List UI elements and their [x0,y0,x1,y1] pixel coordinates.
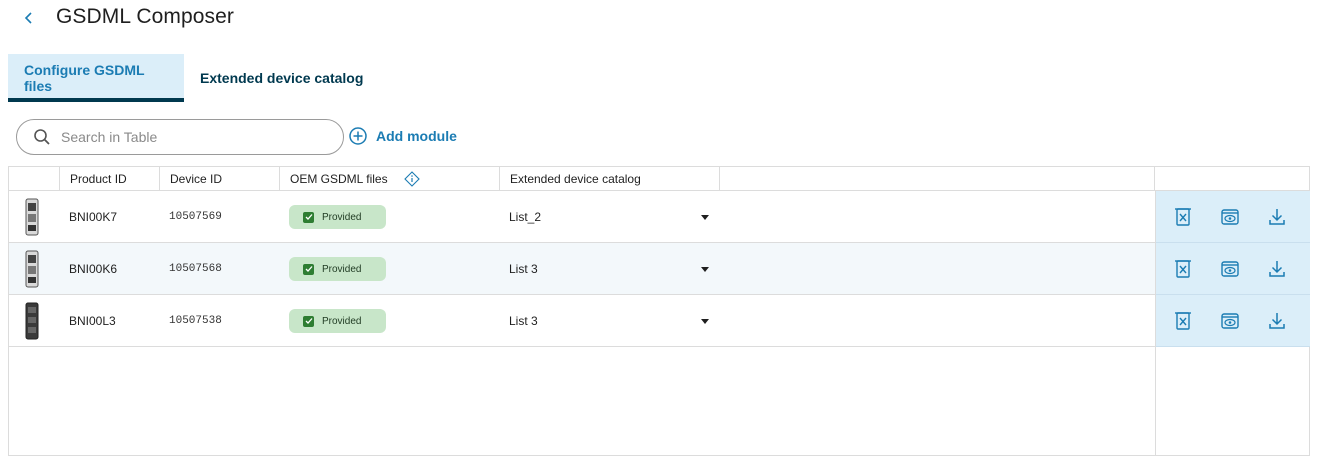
device-image [25,243,47,295]
device-id: 10507538 [169,315,222,327]
row-actions-column [1155,191,1310,455]
view-icon[interactable] [1220,311,1240,331]
column-header-extended-catalog[interactable]: Extended device catalog [500,167,720,191]
status-badge: Provided [289,191,386,243]
device-image [25,295,47,347]
add-module-button[interactable]: Add module [348,126,457,146]
column-header-oem-gsdml-label: OEM GSDML files [290,172,388,186]
caret-down-icon [701,318,709,324]
column-header-device-id[interactable]: Device ID [160,167,280,191]
add-module-label: Add module [376,128,457,144]
status-badge: Provided [289,243,386,295]
product-id: BNI00L3 [69,314,116,328]
search-box[interactable] [16,119,344,155]
search-icon [34,129,50,145]
column-header-spacer [720,167,1155,191]
chevron-left-icon [24,12,32,24]
table-row: BNI00K7 10507569 Provided List_2 [9,191,1309,243]
device-id: 10507568 [169,263,222,275]
status-label: Provided [322,315,362,327]
view-icon[interactable] [1220,259,1240,279]
status-badge: Provided [289,295,386,347]
status-label: Provided [322,211,362,223]
product-id: BNI00K6 [69,262,118,276]
table-header: Product ID Device ID OEM GSDML files Ext… [9,167,1309,191]
catalog-select[interactable]: List 3 [509,243,709,295]
catalog-value: List 3 [509,262,538,276]
download-icon[interactable] [1268,259,1286,279]
check-icon [303,211,314,223]
status-label: Provided [322,263,362,275]
tab-extended-device-catalog[interactable]: Extended device catalog [184,54,379,102]
delete-icon[interactable] [1174,311,1192,331]
download-icon[interactable] [1268,311,1286,331]
row-actions [1156,191,1310,243]
check-icon [303,263,314,275]
tab-configure-gsdml-files[interactable]: Configure GSDML files [8,54,184,102]
row-actions [1156,243,1310,295]
catalog-value: List_2 [509,210,542,224]
search-input[interactable] [61,129,311,145]
info-diamond-icon[interactable] [403,171,420,187]
catalog-select[interactable]: List_2 [509,191,709,243]
catalog-value: List 3 [509,314,538,328]
delete-icon[interactable] [1174,207,1192,227]
tab-bar: Configure GSDML files Extended device ca… [8,54,379,102]
column-header-image [9,167,60,191]
device-image [25,191,47,243]
row-actions [1156,295,1310,347]
plus-circle-icon [349,127,367,145]
device-id: 10507569 [169,211,222,223]
page-title: GSDML Composer [56,5,235,28]
modules-table: Product ID Device ID OEM GSDML files Ext… [8,166,1310,456]
download-icon[interactable] [1268,207,1286,227]
product-id: BNI00K7 [69,210,118,224]
catalog-select[interactable]: List 3 [509,295,709,347]
table-row: BNI00L3 10507538 Provided List 3 [9,295,1309,347]
caret-down-icon [701,266,709,272]
table-row: BNI00K6 10507568 Provided List 3 [9,243,1309,295]
column-header-product-id[interactable]: Product ID [60,167,160,191]
view-icon[interactable] [1220,207,1240,227]
delete-icon[interactable] [1174,259,1192,279]
caret-down-icon [701,214,709,220]
check-icon [303,315,314,327]
column-header-oem-gsdml[interactable]: OEM GSDML files [280,167,500,191]
page-header: GSDML Composer [0,0,1327,40]
back-button[interactable] [18,6,40,30]
